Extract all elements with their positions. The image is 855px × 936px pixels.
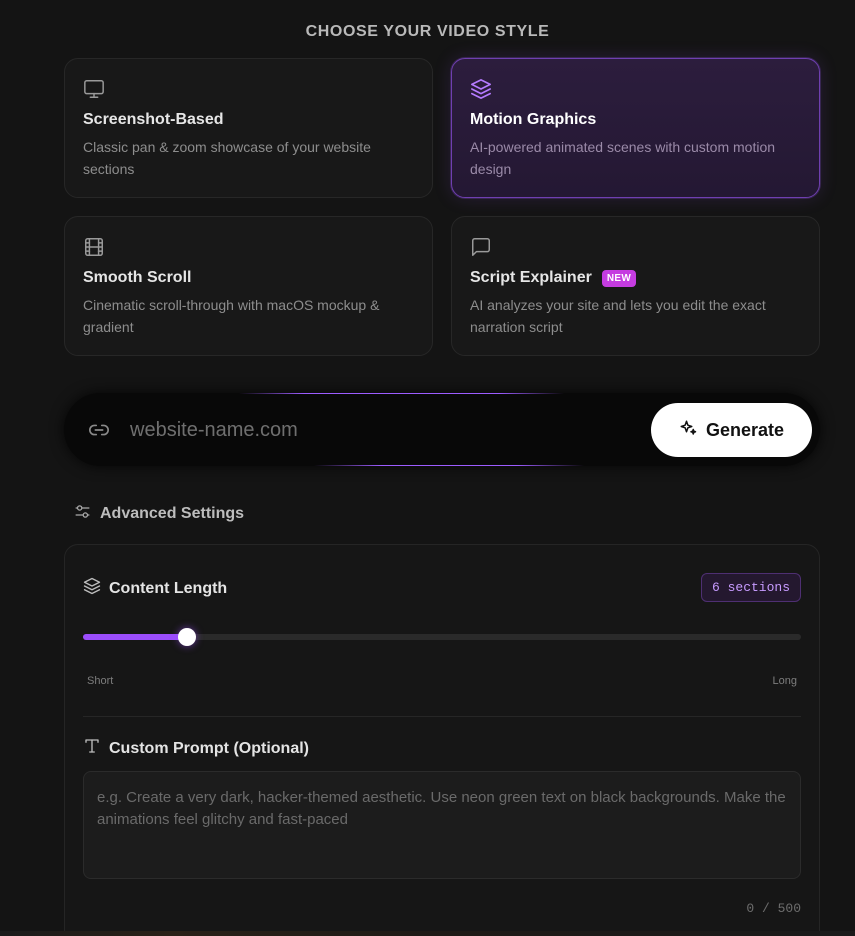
- website-url-input[interactable]: [130, 411, 630, 449]
- content-length-slider[interactable]: [83, 628, 801, 646]
- advanced-settings-label: Advanced Settings: [100, 505, 245, 522]
- sections-count-badge: 6 sections: [700, 573, 801, 602]
- content-length-heading: Content Length: [83, 577, 227, 600]
- card-title: Motion Graphics: [470, 111, 597, 128]
- card-description: Classic pan & zoom showcase of your webs…: [83, 139, 371, 177]
- section-title: CHOOSE YOUR VIDEO STYLE: [305, 23, 550, 40]
- generate-button[interactable]: Generate: [651, 403, 812, 457]
- card-title: Script Explainer NEW: [470, 269, 637, 287]
- style-card-script-explainer[interactable]: Script Explainer NEW AI analyzes your si…: [451, 216, 820, 356]
- slider-thumb[interactable]: [178, 628, 197, 646]
- content-length-label: Content Length: [109, 579, 228, 597]
- card-title: Smooth Scroll: [83, 269, 192, 286]
- monitor-icon: [83, 78, 105, 100]
- card-title: Screenshot-Based: [83, 111, 224, 128]
- sliders-icon: [74, 503, 91, 525]
- advanced-settings-toggle[interactable]: Advanced Settings: [74, 503, 244, 525]
- glow-accent: [314, 465, 584, 466]
- layers-icon: [470, 78, 492, 100]
- glow-accent: [239, 393, 564, 394]
- message-square-icon: [470, 236, 492, 258]
- url-bar: Generate: [64, 393, 820, 466]
- generate-label: Generate: [705, 419, 785, 440]
- page-edge: [0, 931, 855, 936]
- advanced-settings-panel: Content Length 6 sections Short Long Cus…: [64, 544, 820, 936]
- character-count: 0 / 500: [746, 901, 801, 916]
- style-card-screenshot-based[interactable]: Screenshot-Based Classic pan & zoom show…: [64, 58, 433, 198]
- custom-prompt-textarea[interactable]: [83, 771, 801, 879]
- custom-prompt-label: Custom Prompt (Optional): [109, 739, 309, 757]
- style-card-smooth-scroll[interactable]: Smooth Scroll Cinematic scroll-through w…: [64, 216, 433, 356]
- link-icon: [88, 419, 110, 441]
- slider-min-label: Short: [87, 675, 114, 687]
- slider-fill: [83, 634, 188, 640]
- film-icon: [83, 236, 105, 258]
- type-icon: [83, 737, 101, 760]
- layers-icon: [83, 577, 101, 600]
- custom-prompt-heading: Custom Prompt (Optional): [83, 737, 309, 760]
- divider: [83, 716, 801, 717]
- card-description: Cinematic scroll-through with macOS mock…: [83, 297, 380, 335]
- card-description: AI-powered animated scenes with custom m…: [470, 139, 776, 177]
- new-badge: NEW: [601, 269, 637, 287]
- slider-max-label: Long: [772, 675, 797, 687]
- style-card-motion-graphics[interactable]: Motion Graphics AI-powered animated scen…: [451, 58, 820, 198]
- sparkles-icon: [679, 419, 697, 442]
- card-description: AI analyzes your site and lets you edit …: [470, 297, 766, 335]
